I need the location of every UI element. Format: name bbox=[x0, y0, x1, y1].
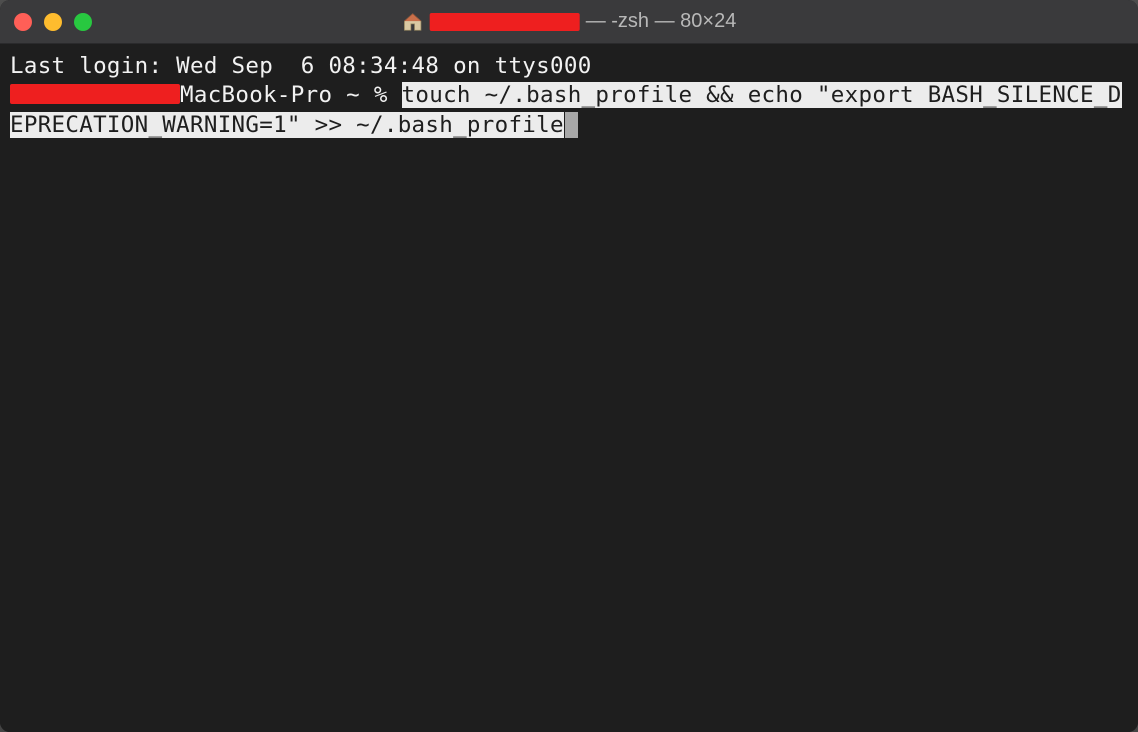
prompt-host: MacBook-Pro ~ % bbox=[180, 82, 402, 108]
traffic-lights bbox=[14, 13, 92, 31]
titlebar[interactable]: — -zsh — 80×24 bbox=[0, 0, 1138, 44]
terminal-body[interactable]: Last login: Wed Sep 6 08:34:48 on ttys00… bbox=[0, 44, 1138, 732]
prompt-line: MacBook-Pro ~ % touch ~/.bash_profile &&… bbox=[10, 82, 1122, 137]
window-title: — -zsh — 80×24 bbox=[402, 10, 737, 33]
title-suffix: — -zsh — 80×24 bbox=[586, 10, 737, 33]
minimize-button[interactable] bbox=[44, 13, 62, 31]
close-button[interactable] bbox=[14, 13, 32, 31]
zoom-button[interactable] bbox=[74, 13, 92, 31]
cursor bbox=[565, 112, 578, 138]
redacted-username-title bbox=[430, 13, 580, 31]
last-login-line: Last login: Wed Sep 6 08:34:48 on ttys00… bbox=[10, 53, 592, 79]
redacted-username-prompt bbox=[10, 84, 180, 104]
terminal-window: — -zsh — 80×24 Last login: Wed Sep 6 08:… bbox=[0, 0, 1138, 732]
home-folder-icon bbox=[402, 11, 424, 33]
